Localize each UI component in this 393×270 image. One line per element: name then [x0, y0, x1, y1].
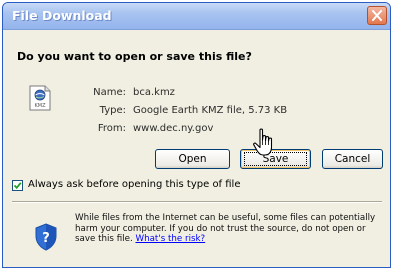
file-icon-label: KMZ	[34, 103, 46, 109]
checkmark-icon	[13, 182, 22, 190]
always-ask-label: Always ask before opening this type of f…	[28, 179, 241, 190]
security-warning: While files from the Internet can be use…	[75, 213, 381, 245]
file-info-labels: Name: Type: From:	[67, 84, 126, 138]
file-download-dialog: File Download Do you want to open or sav…	[2, 2, 391, 268]
svg-text:?: ?	[42, 231, 50, 246]
name-label: Name:	[93, 87, 126, 98]
dialog-question: Do you want to open or save this file?	[17, 50, 252, 63]
type-value: Google Earth KMZ file, 5.73 KB	[133, 105, 288, 116]
type-label: Type:	[99, 105, 126, 116]
title-bar[interactable]: File Download	[3, 3, 390, 30]
close-button[interactable]	[367, 6, 387, 25]
dialog-body: Do you want to open or save this file? K…	[3, 30, 390, 267]
kmz-file-icon: KMZ	[29, 85, 51, 111]
whats-the-risk-link[interactable]: What's the risk?	[135, 234, 205, 244]
open-button[interactable]: Open	[155, 149, 230, 169]
shield-question-icon: ?	[35, 223, 57, 251]
close-x-icon	[372, 10, 382, 21]
cancel-button[interactable]: Cancel	[322, 149, 383, 169]
always-ask-checkbox[interactable]	[12, 180, 23, 191]
window-title: File Download	[12, 8, 112, 23]
hand-pointer-icon	[253, 128, 273, 156]
warning-text: While files from the Internet can be use…	[75, 213, 376, 244]
separator	[12, 201, 382, 203]
from-label: From:	[97, 123, 126, 134]
name-value: bca.kmz	[133, 87, 175, 98]
